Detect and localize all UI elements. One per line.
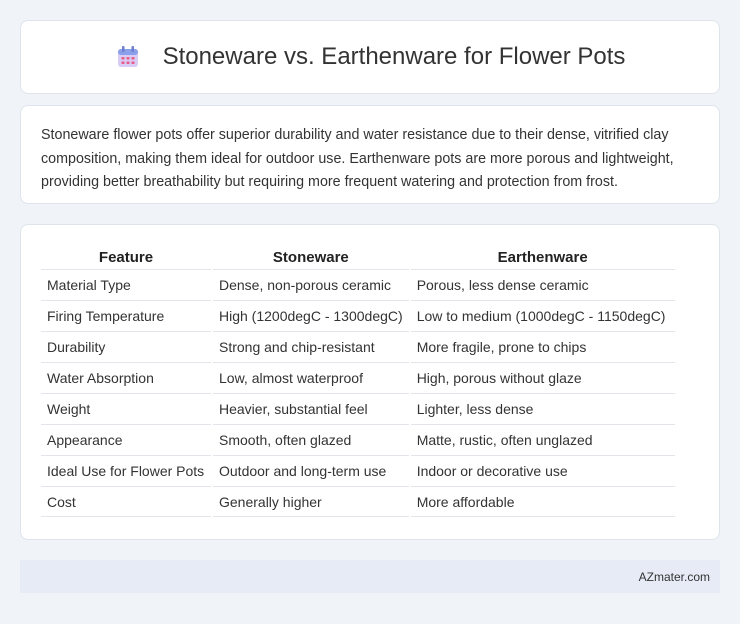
earthenware-cell: More affordable	[410, 486, 675, 517]
feature-cell: Material Type	[41, 269, 211, 300]
intro-text: Stoneware flower pots offer superior dur…	[41, 127, 674, 190]
stoneware-cell: Smooth, often glazed	[213, 424, 409, 455]
table-row: Durability Strong and chip-resistant Mor…	[41, 331, 675, 362]
intro-card: Stoneware flower pots offer superior dur…	[20, 105, 720, 204]
page-title: Stoneware vs. Earthenware for Flower Pot…	[162, 43, 626, 70]
stoneware-cell: Generally higher	[213, 486, 409, 517]
comparison-table: Feature Stoneware Earthenware Material T…	[39, 245, 677, 517]
stoneware-cell: Heavier, substantial feel	[213, 393, 409, 424]
stoneware-cell: High (1200degC - 1300degC)	[213, 300, 409, 331]
table-row: Ideal Use for Flower Pots Outdoor and lo…	[41, 455, 675, 486]
feature-cell: Cost	[41, 486, 211, 517]
stoneware-cell: Strong and chip-resistant	[213, 331, 409, 362]
earthenware-cell: Low to medium (1000degC - 1150degC)	[410, 300, 675, 331]
earthenware-cell: Matte, rustic, often unglazed	[410, 424, 675, 455]
column-header-earthenware: Earthenware	[497, 248, 588, 266]
stoneware-cell: Outdoor and long-term use	[213, 455, 409, 486]
table-header-row: Feature Stoneware Earthenware	[41, 245, 675, 269]
earthenware-cell: Indoor or decorative use	[410, 455, 675, 486]
column-header-feature: Feature	[98, 248, 154, 266]
feature-cell: Ideal Use for Flower Pots	[41, 455, 211, 486]
title-card: Stoneware vs. Earthenware for Flower Pot…	[20, 20, 720, 94]
table-row: Cost Generally higher More affordable	[41, 486, 675, 517]
table-row: Firing Temperature High (1200degC - 1300…	[41, 300, 675, 331]
earthenware-cell: High, porous without glaze	[410, 362, 675, 393]
earthenware-cell: Porous, less dense ceramic	[410, 269, 675, 300]
footer-bar: AZmater.com	[20, 560, 720, 593]
stoneware-cell: Dense, non-porous ceramic	[213, 269, 409, 300]
feature-cell: Durability	[41, 331, 211, 362]
feature-cell: Weight	[41, 393, 211, 424]
calendar-icon	[115, 44, 141, 70]
footer-brand: AZmater.com	[638, 569, 710, 584]
earthenware-cell: Lighter, less dense	[410, 393, 675, 424]
feature-cell: Firing Temperature	[41, 300, 211, 331]
earthenware-cell: More fragile, prone to chips	[410, 331, 675, 362]
column-header-stoneware: Stoneware	[272, 248, 349, 266]
stoneware-cell: Low, almost waterproof	[213, 362, 409, 393]
feature-cell: Water Absorption	[41, 362, 211, 393]
table-row: Weight Heavier, substantial feel Lighter…	[41, 393, 675, 424]
comparison-card: Feature Stoneware Earthenware Material T…	[20, 224, 720, 540]
table-row: Water Absorption Low, almost waterproof …	[41, 362, 675, 393]
table-row: Appearance Smooth, often glazed Matte, r…	[41, 424, 675, 455]
feature-cell: Appearance	[41, 424, 211, 455]
table-row: Material Type Dense, non-porous ceramic …	[41, 269, 675, 300]
